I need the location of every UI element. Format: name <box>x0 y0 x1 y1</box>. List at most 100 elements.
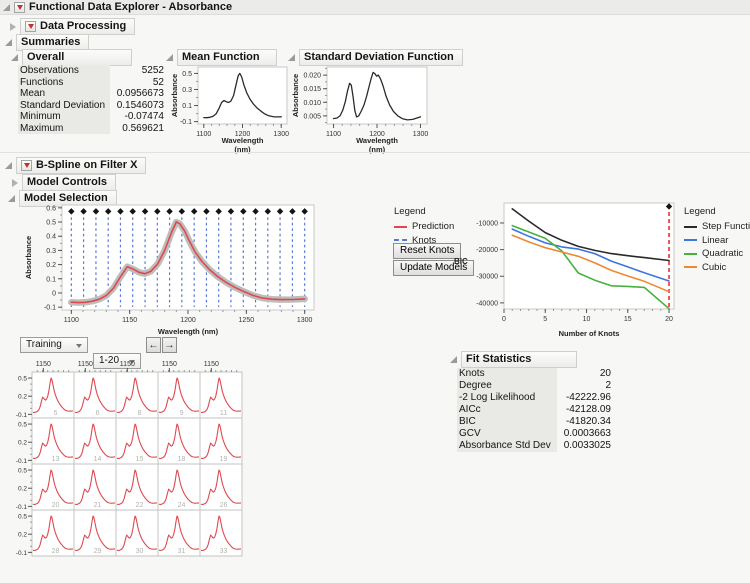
svg-text:6: 6 <box>96 410 100 417</box>
svg-text:22: 22 <box>136 502 144 509</box>
disclosure-open-icon[interactable] <box>450 356 457 363</box>
legend-label: Cubic <box>702 261 727 273</box>
outline-overall[interactable]: Overall <box>22 49 132 66</box>
section-divider <box>0 152 750 153</box>
table-row: AICc -42128.09 <box>457 404 613 416</box>
svg-text:0.3: 0.3 <box>46 248 56 255</box>
svg-text:33: 33 <box>220 548 228 555</box>
training-set-value: Training <box>26 339 62 350</box>
svg-text:5: 5 <box>54 410 58 417</box>
svg-text:-20000: -20000 <box>476 247 498 254</box>
red-triangle-menu-icon[interactable] <box>21 159 32 171</box>
bic-model-comparison-chart[interactable]: -10000 -20000 -30000 -40000 0 5 10 15 20 Number o… <box>452 197 680 339</box>
report-title: Functional Data Explorer - Absorbance <box>29 1 233 13</box>
svg-text:0.5: 0.5 <box>18 468 27 475</box>
disclosure-open-icon[interactable] <box>288 54 295 61</box>
report-title-bar: Functional Data Explorer - Absorbance <box>0 0 750 15</box>
svg-text:-10000: -10000 <box>476 220 498 227</box>
table-row-value: 2 <box>605 380 611 391</box>
svg-text:0.005: 0.005 <box>303 113 321 120</box>
outline-row-bspline: B-Spline on Filter X <box>5 157 147 174</box>
disclosure-closed-icon[interactable] <box>12 178 18 187</box>
table-row-label: AICc <box>457 404 557 416</box>
outline-data-processing[interactable]: Data Processing <box>20 18 136 35</box>
disclosure-open-icon[interactable] <box>3 3 10 11</box>
svg-text:0.5: 0.5 <box>182 71 192 78</box>
fde-report-window: Functional Data Explorer - Absorbance Da… <box>0 0 750 584</box>
svg-text:0.1: 0.1 <box>182 103 192 110</box>
svg-text:0.2: 0.2 <box>18 532 27 539</box>
legend-swatch <box>684 252 697 255</box>
svg-text:31: 31 <box>178 548 186 555</box>
next-page-button[interactable]: → <box>162 337 177 353</box>
table-row-value: 5252 <box>141 65 164 76</box>
table-row-label: Functions <box>18 76 110 88</box>
svg-text:0.4: 0.4 <box>46 234 56 241</box>
outline-model-controls[interactable]: Model Controls <box>22 174 117 191</box>
svg-text:0.2: 0.2 <box>18 486 27 493</box>
legend-item: Quadratic <box>684 247 750 261</box>
table-row: Functions 52 <box>18 76 166 88</box>
disclosure-open-icon[interactable] <box>5 39 12 46</box>
svg-text:0.015: 0.015 <box>303 86 321 93</box>
table-row-label: Knots <box>457 368 557 380</box>
svg-text:1100: 1100 <box>64 317 79 324</box>
disclosure-open-icon[interactable] <box>8 195 15 202</box>
disclosure-open-icon[interactable] <box>5 162 12 169</box>
outline-label: Overall <box>27 51 65 63</box>
disclosure-open-icon[interactable] <box>166 54 173 61</box>
outline-label: Data Processing <box>40 20 127 32</box>
table-row-value: 52 <box>152 76 164 88</box>
svg-text:-40000: -40000 <box>476 300 498 307</box>
outline-fit-statistics[interactable]: Fit Statistics <box>461 351 577 368</box>
legend-item: Cubic <box>684 261 750 275</box>
legend-label: Prediction <box>412 221 455 232</box>
spline-fit-chart[interactable]: 0.6 0.5 0.4 0.3 0.2 0.1 0 -0.1 1100 1150 1200 1250 1… <box>24 197 320 337</box>
table-row-label: Degree <box>457 380 557 392</box>
svg-text:Absorbance: Absorbance <box>291 74 300 117</box>
table-row: Maximum 0.569621 <box>18 122 166 134</box>
table-row-value: 0.1546073 <box>116 99 164 111</box>
legend-item: Linear <box>684 234 750 248</box>
disclosure-closed-icon[interactable] <box>10 22 16 31</box>
outline-row-model-controls: Model Controls <box>12 174 117 191</box>
disclosure-open-icon[interactable] <box>11 54 18 61</box>
svg-text:1300: 1300 <box>413 131 429 138</box>
svg-text:0.2: 0.2 <box>46 262 56 269</box>
svg-text:1150: 1150 <box>120 361 135 368</box>
outline-label: B-Spline on Filter X <box>36 159 138 171</box>
svg-text:18: 18 <box>178 456 186 463</box>
svg-text:26: 26 <box>220 502 228 509</box>
svg-text:Absorbance: Absorbance <box>24 236 33 279</box>
table-row-label: Maximum <box>18 122 110 134</box>
svg-text:0.5: 0.5 <box>18 514 27 521</box>
red-triangle-menu-icon[interactable] <box>25 20 36 32</box>
table-row-label: Standard Deviation <box>18 99 110 111</box>
svg-text:28: 28 <box>52 548 60 555</box>
svg-text:Absorbance: Absorbance <box>170 74 179 117</box>
red-triangle-menu-icon[interactable] <box>14 1 25 13</box>
table-row: BIC -41820.34 <box>457 416 613 428</box>
outline-row-data-processing: Data Processing <box>10 18 136 35</box>
svg-text:20: 20 <box>52 502 60 509</box>
svg-text:Wavelength (nm): Wavelength (nm) <box>158 327 219 336</box>
svg-text:29: 29 <box>94 548 102 555</box>
table-row-label: Mean <box>18 88 110 100</box>
svg-text:8: 8 <box>138 410 142 417</box>
svg-text:1100: 1100 <box>196 131 211 138</box>
outline-bspline[interactable]: B-Spline on Filter X <box>16 157 147 174</box>
svg-text:15: 15 <box>136 456 144 463</box>
prev-page-button[interactable]: ← <box>146 337 161 353</box>
table-row: -2 Log Likelihood -42222.96 <box>457 392 613 404</box>
legend-swatch <box>394 239 407 242</box>
legend-swatch <box>684 225 697 228</box>
svg-text:-0.1: -0.1 <box>16 458 28 465</box>
overall-summary-table: Observations 5252 Functions 52 Mean 0.0956673… <box>18 65 166 134</box>
svg-text:0.2: 0.2 <box>18 440 27 447</box>
svg-text:0: 0 <box>52 290 56 297</box>
table-row: Mean 0.0956673 <box>18 88 166 100</box>
legend-swatch <box>684 239 697 242</box>
table-row-value: -41820.34 <box>565 416 611 427</box>
training-curves-grid: 5 6 8 9 11 13 14 15 18 19 20 21 22 24 26 28 29 30 31 33 1150… <box>16 361 243 557</box>
training-set-dropdown[interactable]: Training <box>20 337 88 353</box>
